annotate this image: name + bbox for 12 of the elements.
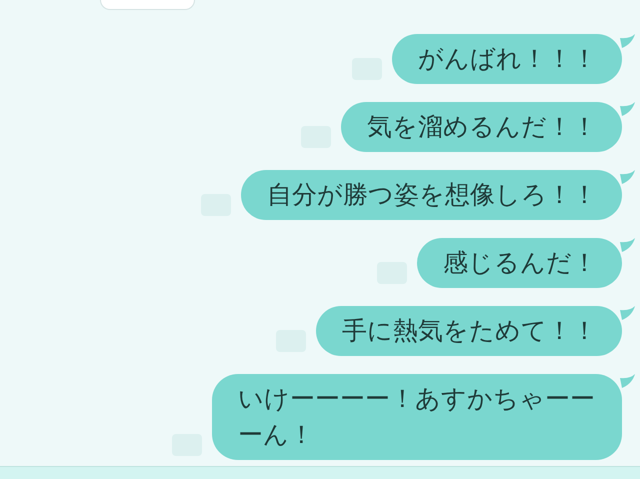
bubble-tail: [620, 102, 635, 116]
message-bubble: いけーーーー！あすかちゃーーーん！: [212, 374, 622, 460]
bubble-tail: [620, 34, 635, 48]
bubble-tail: [620, 374, 635, 388]
message-bubble: 手に熱気をためて！！: [316, 306, 622, 356]
message-bubble: 自分が勝つ姿を想像しろ！！: [241, 170, 622, 220]
message-bubble: 気を溜めるんだ！！: [341, 102, 622, 152]
message-bubble: 感じるんだ！: [417, 238, 622, 288]
bubble-tail: [620, 238, 635, 252]
message-bubble: がんばれ！！！: [392, 34, 622, 84]
bubble-tail: [620, 170, 635, 184]
bubble-tail: [620, 306, 635, 320]
